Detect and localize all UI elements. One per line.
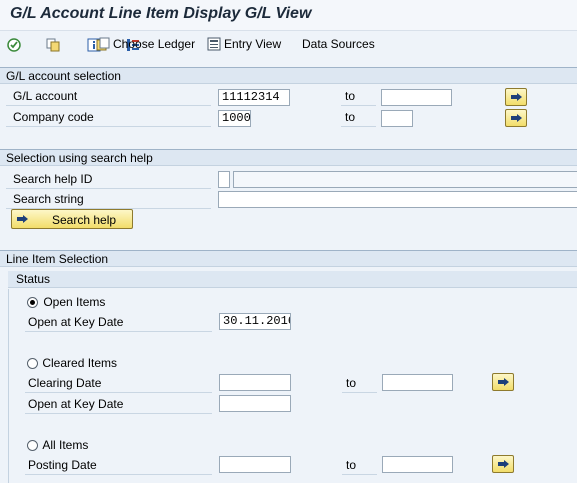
company-code-from-input[interactable]: 1000 bbox=[218, 110, 251, 127]
gl-account-label-box: G/L account bbox=[6, 87, 211, 106]
open-key-date-label: Open at Key Date bbox=[28, 315, 124, 329]
search-help-id-label: Search help ID bbox=[13, 172, 93, 186]
to-label-4: to bbox=[346, 458, 357, 472]
choose-ledger-button[interactable]: Choose Ledger bbox=[96, 37, 195, 51]
entry-view-button[interactable]: Entry View bbox=[207, 37, 281, 51]
title-bar: G/L Account Line Item Display G/L View bbox=[0, 0, 577, 31]
open-items-radio-button[interactable] bbox=[27, 297, 38, 309]
company-code-multiple-selection-button[interactable] bbox=[505, 109, 527, 127]
to-label-box-2: to bbox=[341, 108, 376, 127]
search-help-button-label: Search help bbox=[52, 213, 117, 227]
gl-account-selection-header: G/L account selection bbox=[0, 67, 577, 84]
multiple-selection-arrow-icon bbox=[511, 114, 522, 122]
all-items-label: All Items bbox=[42, 438, 89, 452]
gl-account-label: G/L account bbox=[13, 89, 78, 103]
open-items-radio[interactable]: Open Items bbox=[27, 295, 105, 309]
gl-account-from-input[interactable]: 11112314 bbox=[218, 89, 290, 106]
cleared-items-radio-button[interactable] bbox=[27, 358, 38, 370]
posting-date-label-box: Posting Date bbox=[25, 456, 212, 475]
choose-ledger-label: Choose Ledger bbox=[113, 37, 196, 51]
search-help-id-label-box: Search help ID bbox=[6, 170, 211, 189]
cleared-open-key-date-input[interactable] bbox=[219, 395, 291, 412]
posting-date-label: Posting Date bbox=[28, 458, 97, 472]
cleared-items-radio[interactable]: Cleared Items bbox=[27, 356, 117, 370]
search-help-section-header: Selection using search help bbox=[0, 149, 577, 166]
clearing-date-label-box: Clearing Date bbox=[25, 374, 212, 393]
execute-icon[interactable] bbox=[7, 38, 21, 52]
page-title: G/L Account Line Item Display G/L View bbox=[10, 5, 312, 22]
posting-date-from-input[interactable] bbox=[219, 456, 291, 473]
posting-date-to-input[interactable] bbox=[382, 456, 453, 473]
data-sources-button[interactable]: Data Sources bbox=[302, 37, 375, 51]
posting-date-multiple-selection-button[interactable] bbox=[492, 455, 514, 473]
search-string-input[interactable] bbox=[218, 191, 577, 208]
ledger-icon bbox=[96, 37, 110, 51]
all-items-radio[interactable]: All Items bbox=[27, 438, 88, 452]
clearing-date-from-input[interactable] bbox=[219, 374, 291, 391]
company-code-label: Company code bbox=[13, 110, 94, 124]
to-label-3: to bbox=[346, 376, 357, 390]
cleared-open-key-date-label-box: Open at Key Date bbox=[25, 395, 212, 414]
copy-icon[interactable] bbox=[46, 38, 60, 52]
line-item-selection-header: Line Item Selection bbox=[0, 250, 577, 267]
to-label-2: to bbox=[345, 110, 356, 124]
company-code-to-input[interactable] bbox=[381, 110, 413, 127]
search-string-label: Search string bbox=[13, 192, 84, 206]
gl-account-selection-panel: G/L account 11112314 to Company code 100… bbox=[0, 85, 577, 143]
search-help-id-description bbox=[233, 171, 577, 188]
to-label-box-3: to bbox=[342, 374, 377, 393]
search-help-id-input[interactable] bbox=[218, 171, 230, 188]
company-code-label-box: Company code bbox=[6, 108, 211, 127]
clearing-date-multiple-selection-button[interactable] bbox=[492, 373, 514, 391]
to-label-box-1: to bbox=[341, 87, 376, 106]
cleared-open-key-date-label: Open at Key Date bbox=[28, 397, 124, 411]
gl-account-multiple-selection-button[interactable] bbox=[505, 88, 527, 106]
data-sources-label: Data Sources bbox=[302, 37, 375, 51]
open-key-date-input[interactable]: 30.11.2016 bbox=[219, 313, 291, 330]
search-help-button[interactable]: Search help bbox=[11, 209, 133, 229]
status-group: Open Items Open at Key Date 30.11.2016 C… bbox=[8, 289, 577, 483]
entry-view-icon bbox=[207, 37, 221, 51]
status-group-header: Status bbox=[8, 271, 577, 288]
all-items-radio-button[interactable] bbox=[27, 440, 38, 452]
to-label-box-4: to bbox=[342, 456, 377, 475]
search-help-arrow-icon bbox=[17, 215, 28, 223]
open-key-date-label-box: Open at Key Date bbox=[25, 313, 212, 332]
search-help-panel: Search help ID Search string Search help bbox=[0, 167, 577, 239]
multiple-selection-arrow-icon bbox=[511, 93, 522, 101]
to-label-1: to bbox=[345, 89, 356, 103]
search-string-label-box: Search string bbox=[6, 190, 211, 209]
multiple-selection-arrow-icon bbox=[498, 460, 509, 468]
clearing-date-to-input[interactable] bbox=[382, 374, 453, 391]
entry-view-label: Entry View bbox=[224, 37, 282, 51]
gl-account-to-input[interactable] bbox=[381, 89, 452, 106]
multiple-selection-arrow-icon bbox=[498, 378, 509, 386]
cleared-items-label: Cleared Items bbox=[42, 356, 118, 370]
open-items-label: Open Items bbox=[43, 295, 106, 309]
application-toolbar: Choose Ledger Entry View Data Sources bbox=[0, 31, 577, 59]
clearing-date-label: Clearing Date bbox=[28, 376, 102, 390]
